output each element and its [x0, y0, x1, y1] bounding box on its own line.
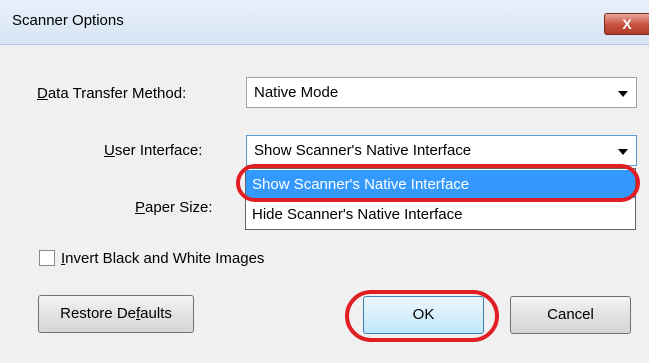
user-interface-select[interactable]: Show Scanner's Native Interface [246, 135, 637, 166]
chevron-down-icon[interactable] [618, 149, 628, 155]
user-interface-label: User Interface: [104, 142, 203, 159]
chevron-down-icon[interactable] [618, 91, 628, 97]
user-interface-value: Show Scanner's Native Interface [254, 142, 472, 159]
close-button[interactable]: X [604, 13, 649, 35]
data-transfer-method-value: Native Mode [254, 84, 339, 101]
annotation-circle [236, 164, 640, 202]
close-icon: X [622, 16, 632, 32]
cancel-button-label: Cancel [547, 306, 594, 323]
paper-size-label: Paper Size: [135, 199, 213, 216]
cancel-button[interactable]: Cancel [510, 296, 631, 334]
restore-defaults-button[interactable]: Restore Defaults [38, 295, 194, 333]
title-bar: Scanner Options X [0, 0, 649, 45]
dropdown-option-hide[interactable]: Hide Scanner's Native Interface [246, 200, 635, 228]
invert-checkbox[interactable] [39, 250, 55, 266]
data-transfer-method-select[interactable]: Native Mode [246, 77, 637, 108]
window-title: Scanner Options [12, 12, 124, 29]
invert-label: Invert Black and White Images [61, 250, 265, 267]
data-transfer-method-label: Data Transfer Method: [37, 85, 187, 102]
annotation-circle [345, 290, 499, 342]
